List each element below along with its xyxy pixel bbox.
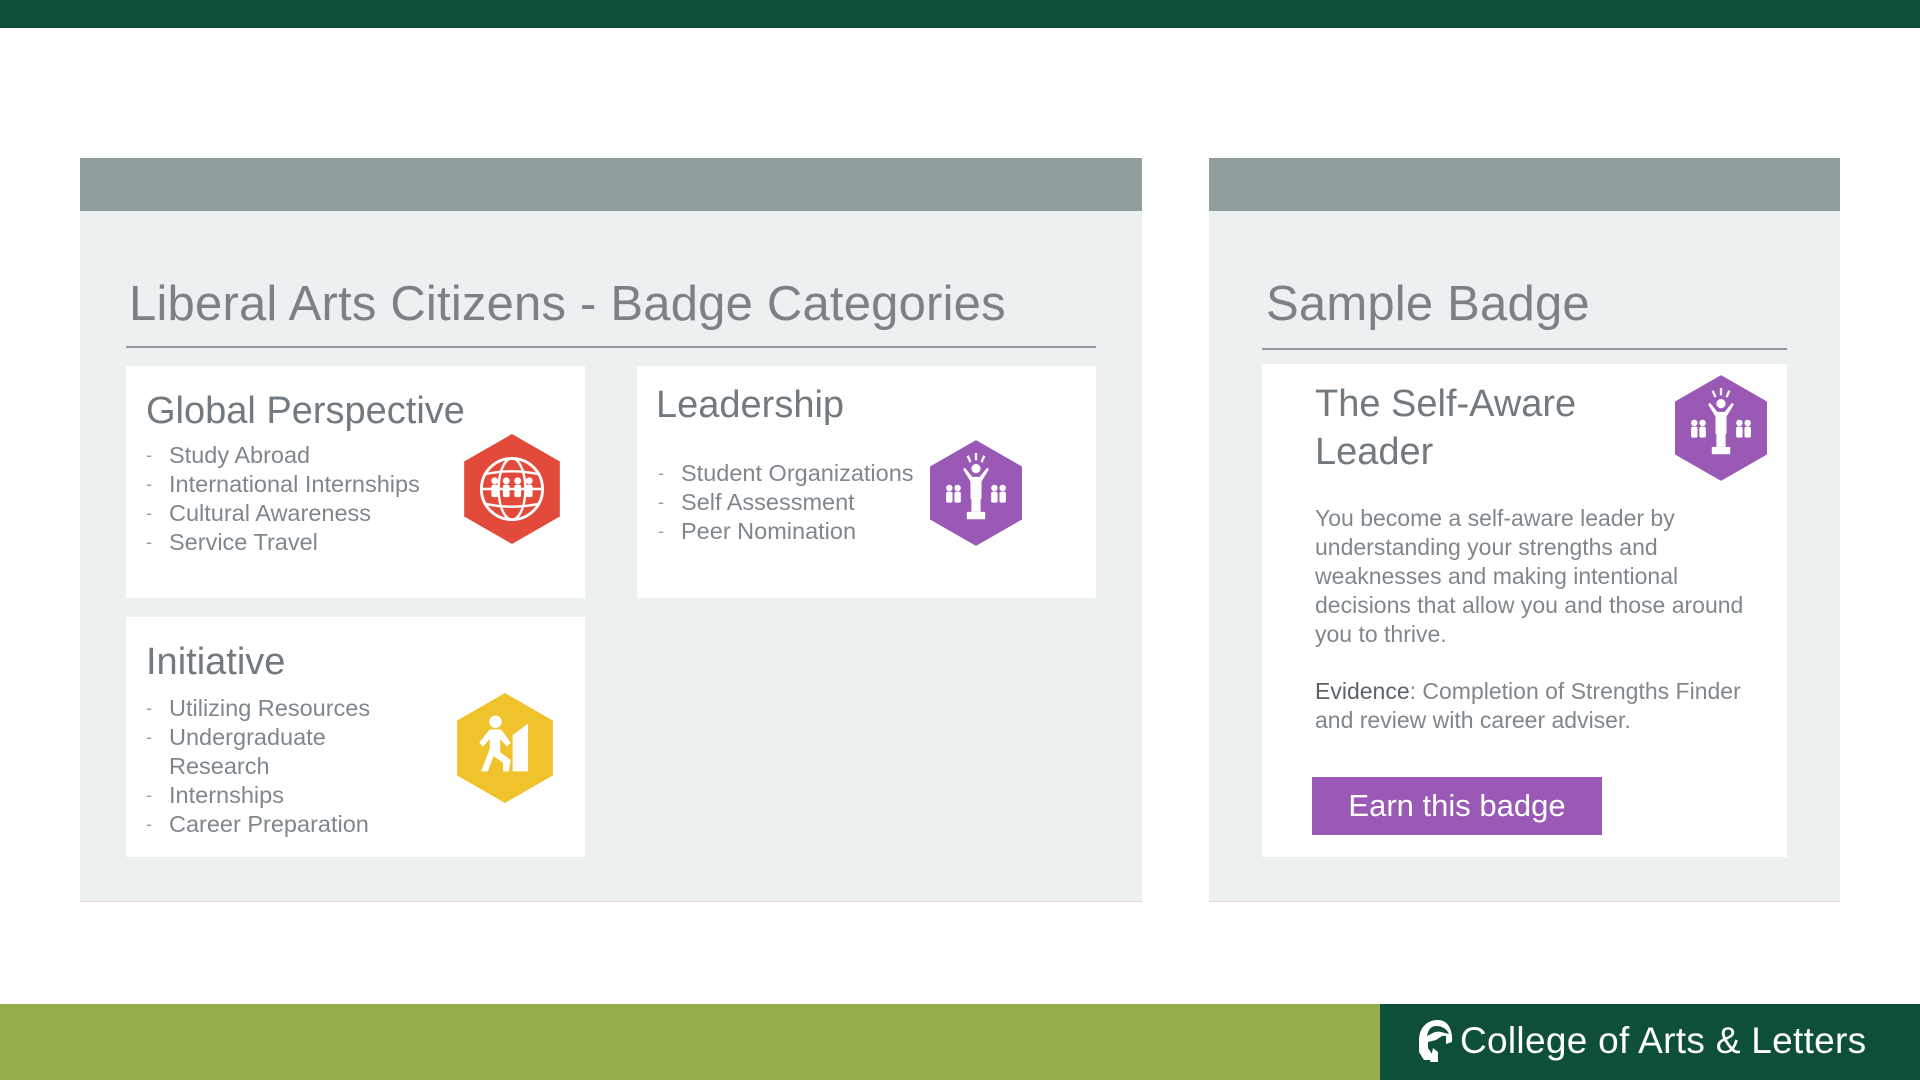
badge-evidence: Evidence: Completion of Strengths Finder… <box>1315 677 1775 735</box>
college-name: College of Arts & Letters <box>1460 1020 1867 1061</box>
category-title: Initiative <box>146 641 286 683</box>
evidence-label: Evidence <box>1315 678 1410 704</box>
list-item: Service Travel <box>146 528 436 557</box>
footer-green-band <box>0 1004 1380 1080</box>
title-divider <box>126 346 1096 348</box>
category-title: Leadership <box>656 384 845 426</box>
category-item-list: Study Abroad International Internships C… <box>146 441 436 557</box>
category-card-leadership: Leadership Student Organizations Self As… <box>637 366 1096 598</box>
list-item: Undergraduate Research <box>146 723 396 781</box>
list-item: Career Preparation <box>146 810 396 839</box>
panel-header-bar <box>80 158 1142 211</box>
badge-name: The Self-Aware Leader <box>1315 380 1635 476</box>
top-accent-bar <box>0 0 1920 28</box>
panel-header-bar <box>1209 158 1840 211</box>
list-item: Self Assessment <box>658 488 948 517</box>
sample-badge-panel: Sample Badge The Self-Aware Leader You b… <box>1209 158 1840 901</box>
badge-name-line: Leader <box>1315 431 1434 473</box>
panel-title: Liberal Arts Citizens - Badge Categories <box>129 277 1006 331</box>
list-item: Internships <box>146 781 396 810</box>
category-card-global-perspective: Global Perspective Study Abroad Internat… <box>126 366 585 598</box>
category-item-list: Student Organizations Self Assessment Pe… <box>658 459 948 546</box>
leader-trophy-icon <box>1675 375 1767 481</box>
category-card-initiative: Initiative Utilizing Resources Undergrad… <box>126 617 585 857</box>
badge-name-line: The Self-Aware <box>1315 383 1577 425</box>
spartan-helmet-icon <box>1419 1020 1453 1062</box>
list-item: Peer Nomination <box>658 517 948 546</box>
badge-description: You become a self-aware leader by unders… <box>1315 505 1744 647</box>
title-divider <box>1262 348 1787 350</box>
globe-people-icon <box>464 434 560 544</box>
panel-title: Sample Badge <box>1266 277 1590 331</box>
list-item: Cultural Awareness <box>146 499 436 528</box>
footer-brand-band: College of Arts & Letters <box>1380 1004 1920 1080</box>
list-item: Student Organizations <box>658 459 948 488</box>
leader-trophy-icon <box>930 440 1022 546</box>
badge-categories-panel: Liberal Arts Citizens - Badge Categories… <box>80 158 1142 901</box>
sample-badge-card: The Self-Aware Leader You become a self-… <box>1262 364 1787 857</box>
climbing-person-icon <box>457 693 553 803</box>
category-item-list: Utilizing Resources Undergraduate Resear… <box>146 694 396 839</box>
list-item: Utilizing Resources <box>146 694 396 723</box>
list-item: Study Abroad <box>146 441 436 470</box>
category-title: Global Perspective <box>146 390 465 432</box>
earn-badge-button[interactable]: Earn this badge <box>1312 777 1602 835</box>
list-item: International Internships <box>146 470 436 499</box>
